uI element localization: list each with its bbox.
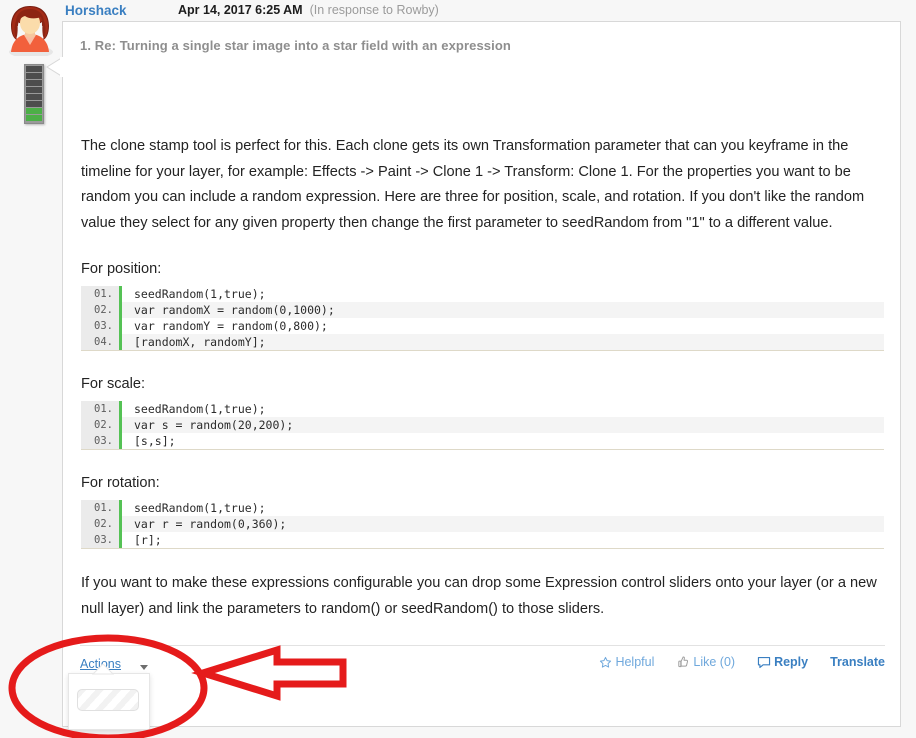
code-line-number: 01.	[81, 286, 122, 302]
rank-segment-filled	[26, 115, 42, 121]
post-body: The clone stamp tool is perfect for this…	[81, 134, 884, 644]
code-label-scale: For scale:	[81, 376, 146, 392]
reply-label: Reply	[774, 655, 809, 669]
chevron-down-icon[interactable]	[140, 665, 148, 670]
code-line-number: 01.	[81, 401, 122, 417]
code-line-source: var s = random(20,200);	[134, 418, 294, 432]
code-line-number: 04.	[81, 334, 122, 350]
code-line-source: seedRandom(1,true);	[134, 501, 266, 515]
rank-segment	[26, 66, 42, 72]
reply-button[interactable]: Reply	[757, 655, 808, 669]
code-line-source: [s,s];	[134, 434, 176, 448]
translate-button[interactable]: Translate	[830, 655, 885, 669]
code-line-number: 02.	[81, 302, 122, 318]
code-block-position[interactable]: 01. seedRandom(1,true); 02. var randomX …	[81, 286, 884, 351]
star-icon	[600, 656, 612, 668]
helpful-button[interactable]: Helpful	[599, 655, 654, 669]
code-line-source: [r];	[134, 533, 162, 547]
code-label-position: For position:	[81, 261, 162, 277]
author-rail	[0, 0, 58, 738]
helpful-label: Helpful	[615, 655, 655, 669]
code-block-rotation[interactable]: 01. seedRandom(1,true); 02. var r = rand…	[81, 500, 884, 549]
code-line-source: seedRandom(1,true);	[134, 287, 266, 301]
post-date: Apr 14, 2017 6:25 AM	[178, 3, 303, 17]
rank-segment	[26, 101, 42, 107]
in-response-to-label: (In response to Rowby)	[309, 3, 439, 17]
author-name-link[interactable]: Horshack	[65, 3, 178, 18]
code-line-source: [randomX, randomY];	[134, 335, 266, 349]
popup-tail	[92, 664, 114, 675]
speech-bubble-tail	[46, 56, 63, 78]
code-line-source: var randomX = random(0,1000);	[134, 303, 335, 317]
user-rank-bar	[24, 64, 44, 124]
like-label: Like (0)	[693, 655, 736, 669]
code-line-number: 03.	[81, 433, 122, 449]
thumbs-up-icon	[678, 656, 689, 668]
like-button[interactable]: Like (0)	[676, 655, 735, 669]
post-footer-bar: Actions Helpful Like (0) Reply Translate	[80, 645, 885, 686]
code-line-number: 02.	[81, 516, 122, 532]
translate-label: Translate	[830, 655, 885, 669]
avatar[interactable]	[5, 4, 55, 56]
actions-dropdown-popup[interactable]	[68, 673, 150, 730]
rank-segment	[26, 80, 42, 86]
rank-segment	[26, 94, 42, 100]
rank-segment	[26, 87, 42, 93]
code-label-rotation: For rotation:	[81, 475, 160, 491]
popup-placeholder-swatch	[77, 689, 139, 711]
code-line-number: 02.	[81, 417, 122, 433]
post-header: Horshack Apr 14, 2017 6:25 AM (In respon…	[62, 0, 916, 20]
code-line-number: 01.	[81, 500, 122, 516]
speech-bubble-icon	[757, 656, 771, 668]
rank-segment-filled	[26, 108, 42, 114]
rank-segment	[26, 73, 42, 79]
code-line-source: var randomY = random(0,800);	[134, 319, 328, 333]
code-line-source: var r = random(0,360);	[134, 517, 287, 531]
post-paragraph-intro: The clone stamp tool is perfect for this…	[81, 138, 865, 231]
code-block-scale[interactable]: 01. seedRandom(1,true); 02. var s = rand…	[81, 401, 884, 450]
post-panel: 1. Re: Turning a single star image into …	[62, 21, 901, 727]
code-line-number: 03.	[81, 318, 122, 334]
code-line-number: 03.	[81, 532, 122, 548]
post-footer-actions: Helpful Like (0) Reply Translate	[599, 655, 885, 669]
code-line-source: seedRandom(1,true);	[134, 402, 266, 416]
post-title: 1. Re: Turning a single star image into …	[80, 38, 511, 53]
post-paragraph-outro: If you want to make these expressions co…	[81, 575, 877, 617]
avatar-person-icon	[9, 6, 53, 56]
